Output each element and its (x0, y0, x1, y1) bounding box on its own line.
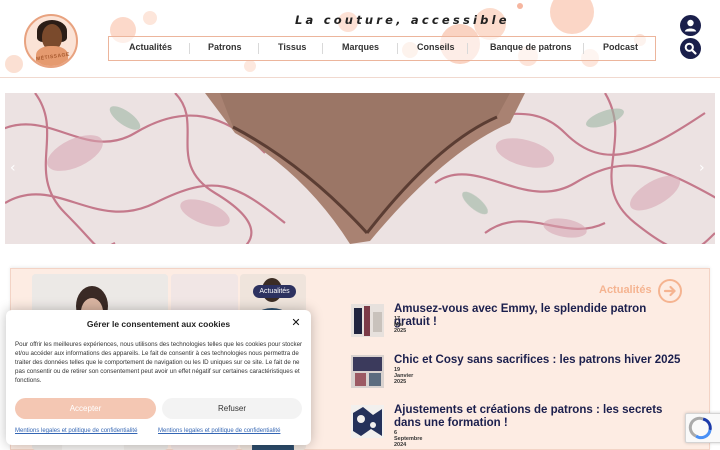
legal-notice-link[interactable]: Mentions legales et politique de confide… (158, 428, 280, 434)
nav-item-tissus[interactable]: Tissus (278, 42, 306, 52)
user-icon (684, 19, 697, 32)
article-date: 6 Septembre 2024 (394, 430, 423, 448)
nav-separator (397, 43, 398, 54)
nav-item-banque-de-patrons[interactable]: Banque de patrons (490, 42, 572, 52)
nav-item-patrons[interactable]: Patrons (208, 42, 242, 52)
article-title[interactable]: Ajustements et créations de patrons : le… (394, 404, 684, 430)
site-logo[interactable]: MÉTISSAGE (24, 14, 78, 68)
refuse-cookies-button[interactable]: Refuser (162, 398, 302, 419)
nav-item-marques[interactable]: Marques (342, 42, 379, 52)
news-more-button[interactable] (658, 279, 682, 303)
article-thumbnail[interactable] (351, 304, 384, 337)
nav-separator (322, 43, 323, 54)
legal-notice-link[interactable]: Mentions legales et politique de confide… (15, 428, 137, 434)
recaptcha-icon (688, 416, 712, 440)
hero-image (5, 93, 715, 244)
site-tagline: La couture, accessible (295, 13, 510, 27)
article-thumbnail[interactable] (351, 355, 384, 388)
nav-separator (189, 43, 190, 54)
site-header: MÉTISSAGE La couture, accessible Actuali… (0, 0, 720, 78)
consent-description: Pour offrir les meilleures expériences, … (15, 341, 303, 384)
article-date: 19 Janvier 2025 (394, 367, 414, 385)
nav-separator (258, 43, 259, 54)
hero-prev-arrow[interactable]: ‹ (10, 160, 16, 176)
news-section-title[interactable]: Actualités (599, 284, 652, 296)
article-thumbnail[interactable] (351, 405, 384, 438)
search-button[interactable] (680, 38, 701, 59)
article-title[interactable]: Chic et Cosy sans sacrifices : les patro… (394, 354, 684, 367)
close-icon[interactable]: ✕ (290, 317, 302, 329)
news-category-badge[interactable]: Actualités (253, 285, 296, 298)
search-icon (684, 42, 697, 55)
cookie-consent-modal: Gérer le consentement aux cookies ✕ Pour… (6, 310, 311, 445)
article-date: 17 Mai 2025 (394, 316, 407, 334)
consent-title: Gérer le consentement aux cookies (86, 319, 231, 329)
hero-slider[interactable] (5, 93, 715, 244)
nav-separator (583, 43, 584, 54)
recaptcha-badge[interactable] (685, 413, 720, 443)
article-title[interactable]: Amusez-vous avec Emmy, le splendide patr… (394, 303, 684, 329)
nav-separator (467, 43, 468, 54)
accept-cookies-button[interactable]: Accepter (15, 398, 156, 419)
nav-item-podcast[interactable]: Podcast (603, 42, 638, 52)
main-nav: Actualités Patrons Tissus Marques Consei… (108, 36, 656, 61)
nav-item-conseils[interactable]: Conseils (417, 42, 455, 52)
hero-next-arrow[interactable]: › (699, 160, 705, 176)
nav-item-actualites[interactable]: Actualités (129, 42, 172, 52)
account-button[interactable] (680, 15, 701, 36)
arrow-right-circle-icon (663, 285, 676, 297)
